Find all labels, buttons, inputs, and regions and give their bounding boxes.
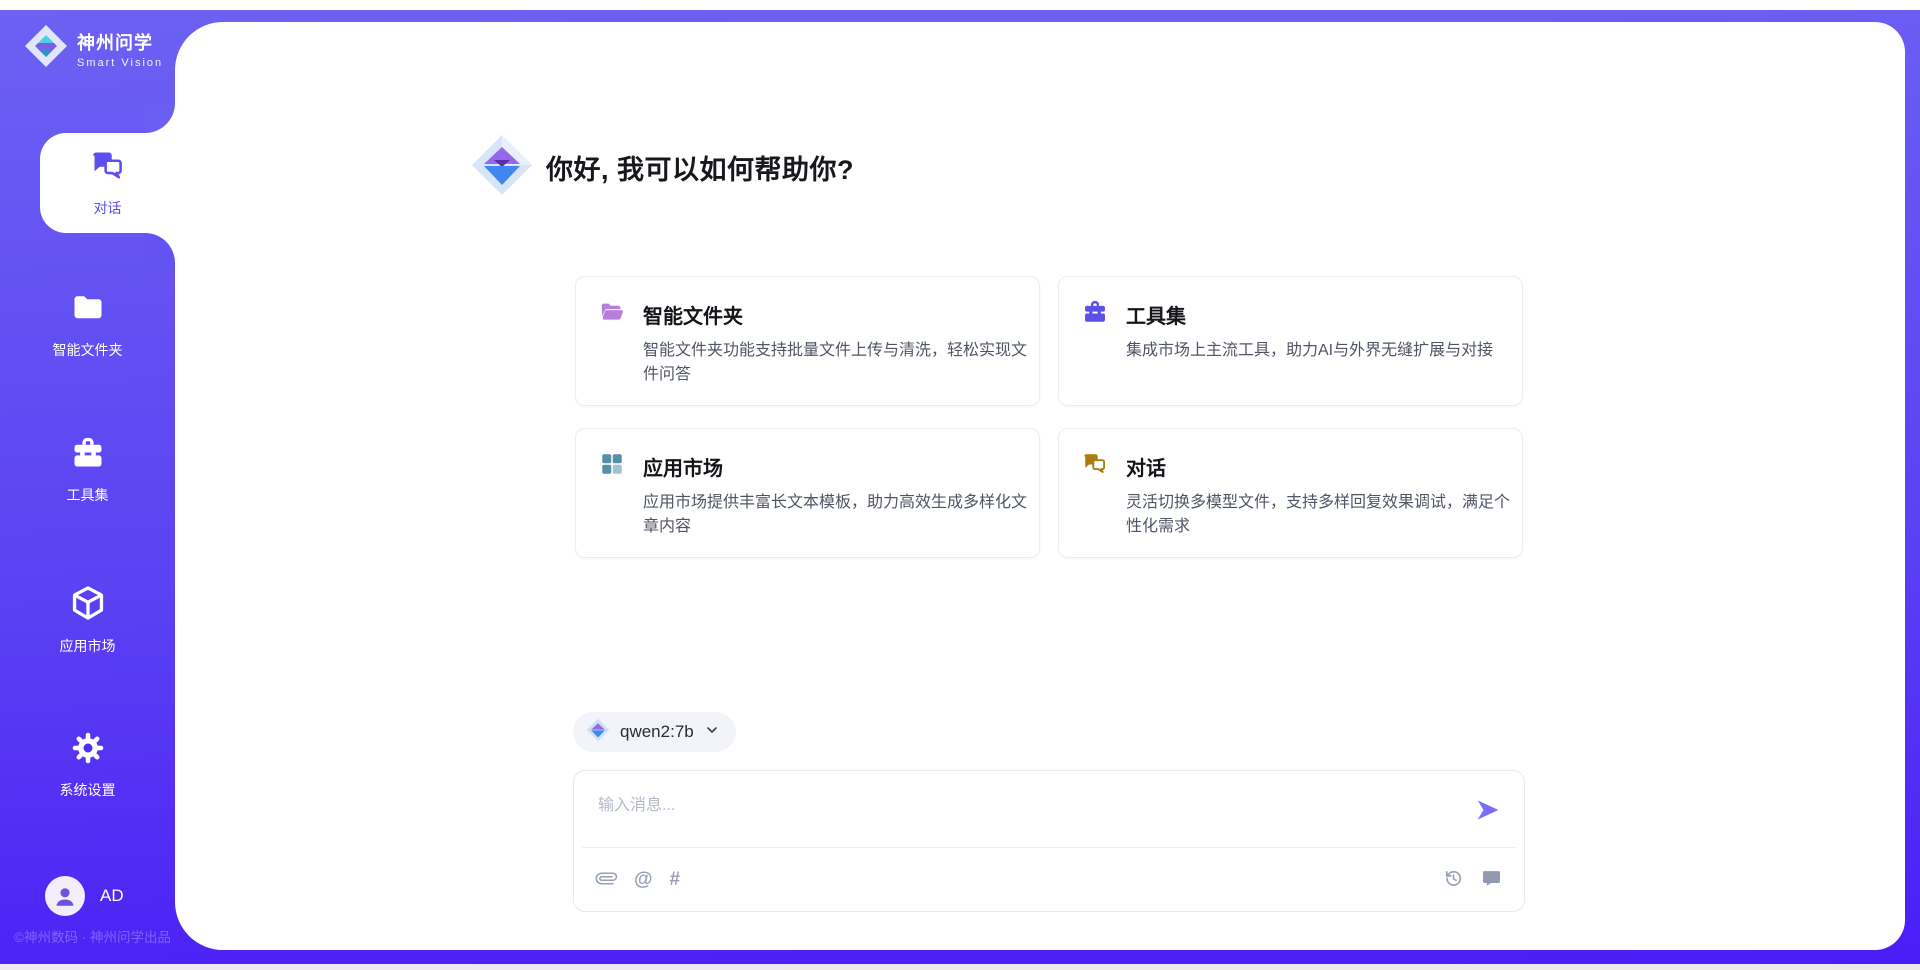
card-desc: 集成市场上主流工具，助力AI与外界无缝扩展与对接: [1126, 339, 1518, 363]
sidebar-item-toolset[interactable]: 工具集: [0, 420, 175, 520]
tab-fillet-top: [145, 103, 175, 133]
message-composer: @ #: [573, 770, 1525, 912]
user-avatar-icon: [45, 876, 85, 916]
sidebar-item-label: 智能文件夹: [53, 340, 123, 360]
briefcase-icon: [1082, 299, 1108, 330]
bottom-scrollbar-strip: [0, 964, 1920, 970]
brand-subtitle: Smart Vision: [77, 57, 163, 69]
greeting-title: 你好, 我可以如何帮助你?: [546, 148, 854, 187]
sidebar-item-settings[interactable]: 系统设置: [0, 715, 175, 815]
cube-icon: [69, 584, 107, 627]
card-title: 工具集: [1126, 300, 1186, 329]
composer-toolbar: @ #: [582, 847, 1516, 911]
sidebar-item-label: 应用市场: [60, 636, 116, 656]
mention-button[interactable]: @: [634, 870, 653, 889]
chevron-down-icon: [704, 722, 720, 743]
user-initials: AD: [100, 886, 124, 906]
feature-card-toolset[interactable]: 工具集 集成市场上主流工具，助力AI与外界无缝扩展与对接: [1058, 276, 1523, 406]
card-title: 应用市场: [643, 452, 723, 481]
sidebar-item-label: 工具集: [67, 485, 109, 505]
chat-bubbles-icon: [1082, 451, 1108, 482]
chat-bubbles-icon: [90, 148, 126, 189]
feature-card-app-market[interactable]: 应用市场 应用市场提供丰富长文本模板，助力高效生成多样化文章内容: [575, 428, 1040, 558]
topic-button[interactable]: #: [670, 870, 681, 889]
attach-file-button[interactable]: [596, 868, 617, 892]
folder-open-icon: [599, 299, 625, 330]
history-button[interactable]: [1443, 868, 1464, 892]
model-name: qwen2:7b: [620, 722, 694, 742]
feature-card-chat[interactable]: 对话 灵活切换多模型文件，支持多样回复效果调试，满足个性化需求: [1058, 428, 1523, 558]
card-desc: 灵活切换多模型文件，支持多样回复效果调试，满足个性化需求: [1126, 491, 1518, 539]
paperclip-icon: [596, 868, 617, 892]
model-logo-icon: [586, 718, 610, 747]
sidebar-item-app-market[interactable]: 应用市场: [0, 570, 175, 670]
message-input[interactable]: [574, 771, 1434, 841]
model-selector[interactable]: qwen2:7b: [573, 712, 736, 752]
send-icon: [1475, 797, 1501, 826]
history-icon: [1443, 868, 1464, 892]
card-desc: 智能文件夹功能支持批量文件上传与清洗，轻松实现文件问答: [643, 339, 1035, 387]
at-icon: @: [634, 870, 653, 889]
user-profile[interactable]: AD: [45, 876, 124, 916]
tab-fillet-bottom: [145, 233, 175, 263]
folder-icon: [70, 290, 106, 331]
sidebar-item-chat[interactable]: 对话: [40, 133, 175, 233]
app-background: 神州问学 Smart Vision 对话 智能文件夹: [0, 10, 1920, 964]
main-content-panel: 你好, 我可以如何帮助你? 智能文件夹 智能文件夹功能支持批量文件上传与清洗，轻…: [175, 22, 1905, 950]
sidebar-item-label: 系统设置: [60, 780, 116, 800]
card-title: 对话: [1126, 452, 1166, 481]
send-button[interactable]: [1474, 797, 1502, 825]
conversation-button[interactable]: [1481, 868, 1502, 892]
blocks-icon: [599, 451, 625, 482]
copyright-footer: ©神州数码 · 神州问学出品: [14, 926, 171, 946]
feature-card-smart-folder[interactable]: 智能文件夹 智能文件夹功能支持批量文件上传与清洗，轻松实现文件问答: [575, 276, 1040, 406]
toolbox-icon: [70, 435, 106, 476]
chat-bubble-icon: [1481, 868, 1502, 892]
brand-diamond-icon: [22, 22, 70, 75]
hash-icon: #: [670, 870, 681, 889]
sidebar-item-label: 对话: [94, 198, 122, 218]
greeting-block: 你好, 我可以如何帮助你?: [470, 133, 854, 202]
sidebar-item-smart-folder[interactable]: 智能文件夹: [0, 275, 175, 375]
brand-logo: 神州问学 Smart Vision: [22, 22, 163, 75]
brand-name: 神州问学: [77, 29, 163, 55]
top-strip: [0, 0, 1920, 10]
card-desc: 应用市场提供丰富长文本模板，助力高效生成多样化文章内容: [643, 491, 1035, 539]
sidebar: 神州问学 Smart Vision 对话 智能文件夹: [0, 10, 175, 964]
greeting-logo-icon: [470, 133, 534, 202]
card-title: 智能文件夹: [643, 300, 743, 329]
gear-icon: [70, 730, 106, 771]
